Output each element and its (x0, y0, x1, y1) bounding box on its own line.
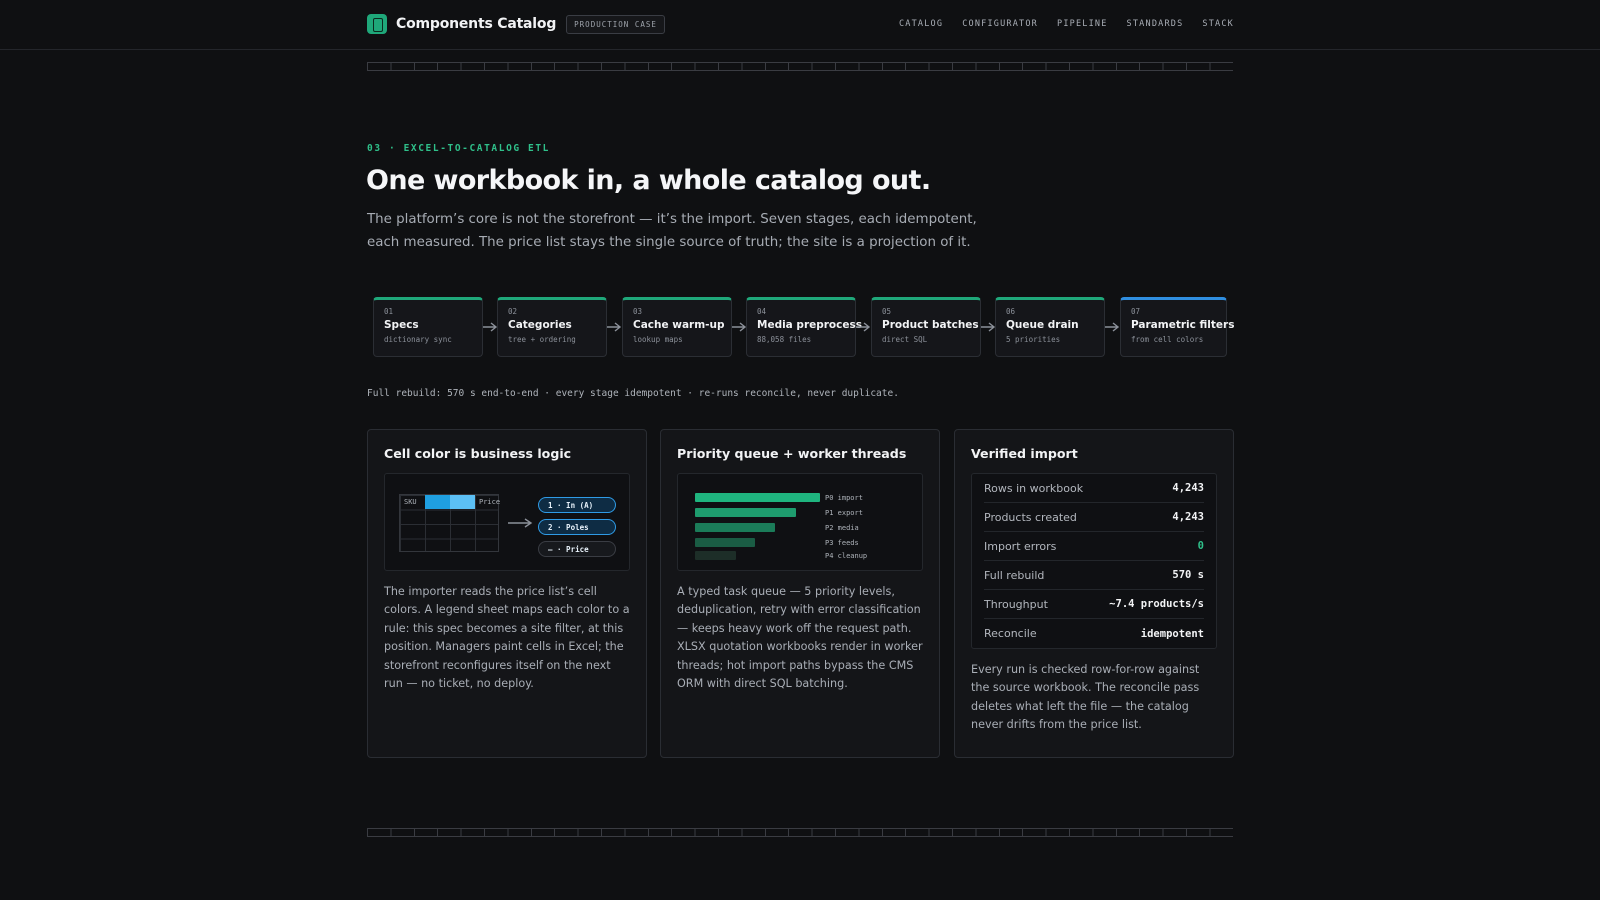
queue-bar-p4 (695, 551, 736, 560)
stage-title: Product batches (882, 319, 979, 331)
stat-label: Full rebuild (984, 568, 1045, 582)
nav-link-stack[interactable]: STACK (1202, 19, 1234, 29)
card-body: Every run is checked row-for-row against… (971, 663, 1200, 732)
queue-bar-p0 (695, 493, 820, 502)
pipeline-stage-parametric-filters: 07 Parametric filters from cell colors (1120, 297, 1235, 357)
nav-link-standards[interactable]: STANDARDS (1127, 19, 1184, 29)
queue-bar-p2 (695, 523, 775, 532)
page-title: One workbook in, a whole catalog out. (366, 165, 931, 196)
stage-number: 01 (384, 307, 394, 316)
production-case-badge: PRODUCTION CASE (566, 14, 665, 34)
stat-row: Import errors 0 (984, 532, 1204, 561)
stage-number: 06 (1006, 307, 1016, 316)
arrow-right-icon (607, 322, 622, 332)
stage-number: 04 (757, 307, 767, 316)
pipeline-stage-media-preprocess: 04 Media preprocess 88,058 files (746, 297, 862, 357)
colored-cell (450, 495, 475, 509)
stage-subtitle: 5 priorities (1006, 335, 1061, 344)
pipeline-stage-specs: 01 Specs dictionary sync (373, 297, 483, 357)
pipeline-stage-product-batches: 05 Product batches direct SQL (871, 297, 981, 357)
stage-number: 03 (633, 307, 643, 316)
stat-row: Rows in workbook 4,243 (984, 474, 1204, 503)
stat-value: ~7.4 products/s (1109, 598, 1204, 610)
queue-bar-p3 (695, 538, 755, 547)
pipeline-stage-cache-warm-up: 03 Cache warm-up lookup maps (622, 297, 732, 357)
colored-cell (425, 495, 450, 509)
brand[interactable]: Components Catalog PRODUCTION CASE (367, 14, 665, 34)
card-body: The importer reads the price list’s cell… (384, 585, 630, 691)
spreadsheet-grid: SKU Price (399, 494, 501, 552)
card-title: Verified import (971, 446, 1078, 461)
stat-label: Products created (984, 510, 1077, 524)
arrow-right-icon (1105, 322, 1120, 332)
queue-label-p4: P4 cleanup (825, 552, 868, 560)
stage-number: 05 (882, 307, 892, 316)
rebuild-summary: Full rebuild: 570 s end-to-end · every s… (367, 388, 899, 399)
stage-title: Specs (384, 319, 419, 331)
stage-subtitle: from cell colors (1131, 335, 1204, 344)
stage-subtitle: tree + ordering (508, 335, 576, 344)
stat-label: Throughput (984, 597, 1048, 611)
stage-subtitle: lookup maps (633, 335, 683, 344)
stage-subtitle: direct SQL (882, 335, 928, 344)
stat-value: 570 s (1172, 569, 1204, 581)
queue-bar-p1 (695, 508, 796, 517)
queue-label-p2: P2 media (825, 524, 859, 532)
top-navigation-bar: Components Catalog PRODUCTION CASE CATAL… (0, 0, 1600, 50)
sheet-header-price: Price (479, 498, 501, 506)
arrow-right-icon (508, 518, 533, 528)
stat-row: Products created 4,243 (984, 503, 1204, 532)
stat-value: 4,243 (1172, 482, 1204, 494)
section-eyebrow: 03 · EXCEL-TO-CATALOG ETL (367, 143, 550, 154)
stat-label: Rows in workbook (984, 481, 1084, 495)
stat-value: 0 (1197, 540, 1204, 552)
card-cell-color: Cell color is business logic SKU Price 1… (367, 429, 647, 758)
priority-queue-chart: P0 import P1 export P2 media P3 feeds P4… (677, 473, 923, 571)
queue-label-p1: P1 export (825, 509, 863, 517)
card-verified-import: Verified import Rows in workbook 4,243 P… (954, 429, 1234, 758)
stage-title: Queue drain (1006, 319, 1079, 331)
stage-title: Cache warm-up (633, 319, 725, 331)
arrow-right-icon (856, 322, 871, 332)
brand-logo-icon (367, 14, 387, 34)
card-body: A typed task queue — 5 priority levels, … (677, 585, 923, 691)
stat-value: 4,243 (1172, 511, 1204, 523)
stat-label: Reconcile (984, 627, 1037, 640)
card-priority-queue: Priority queue + worker threads P0 impor… (660, 429, 940, 758)
nav-link-configurator[interactable]: CONFIGURATOR (962, 19, 1038, 29)
legend-item-price: — · Price (538, 541, 616, 557)
queue-label-p3: P3 feeds (825, 539, 859, 547)
nav-link-catalog[interactable]: CATALOG (899, 19, 943, 29)
pipeline-stage-categories: 02 Categories tree + ordering (497, 297, 607, 357)
legend-item-in-a: 1 · In (A) (538, 497, 616, 513)
stage-title: Parametric filters (1131, 319, 1235, 331)
stat-row: Reconcile idempotent (984, 619, 1204, 648)
bottom-ruler-divider (367, 828, 1233, 837)
stage-title: Media preprocess (757, 319, 862, 331)
stage-number: 02 (508, 307, 518, 316)
brand-name: Components Catalog (396, 16, 557, 32)
main-nav: CATALOG CONFIGURATOR PIPELINE STANDARDS … (880, 19, 1234, 29)
legend-item-poles: 2 · Poles (538, 519, 616, 535)
sheet-header-sku: SKU (404, 498, 417, 506)
nav-link-pipeline[interactable]: PIPELINE (1057, 19, 1108, 29)
stage-number: 07 (1131, 307, 1141, 316)
stage-subtitle: dictionary sync (384, 335, 452, 344)
card-title: Cell color is business logic (384, 446, 572, 461)
card-title: Priority queue + worker threads (677, 446, 907, 461)
stat-label: Import errors (984, 539, 1057, 553)
stage-subtitle: 88,058 files (757, 335, 812, 344)
stat-row: Throughput ~7.4 products/s (984, 590, 1204, 619)
import-stats-table: Rows in workbook 4,243 Products created … (971, 473, 1217, 649)
queue-label-p0: P0 import (825, 494, 863, 502)
stat-value: idempotent (1140, 627, 1204, 640)
stage-title: Categories (508, 319, 572, 331)
top-ruler-divider (367, 62, 1233, 71)
cell-color-illustration: SKU Price 1 · In (A) 2 · Poles — · Price (384, 473, 630, 571)
section-lede: The platform’s core is not the storefron… (367, 212, 977, 250)
stat-row: Full rebuild 570 s (984, 561, 1204, 590)
pipeline-stage-queue-drain: 06 Queue drain 5 priorities (995, 297, 1105, 357)
